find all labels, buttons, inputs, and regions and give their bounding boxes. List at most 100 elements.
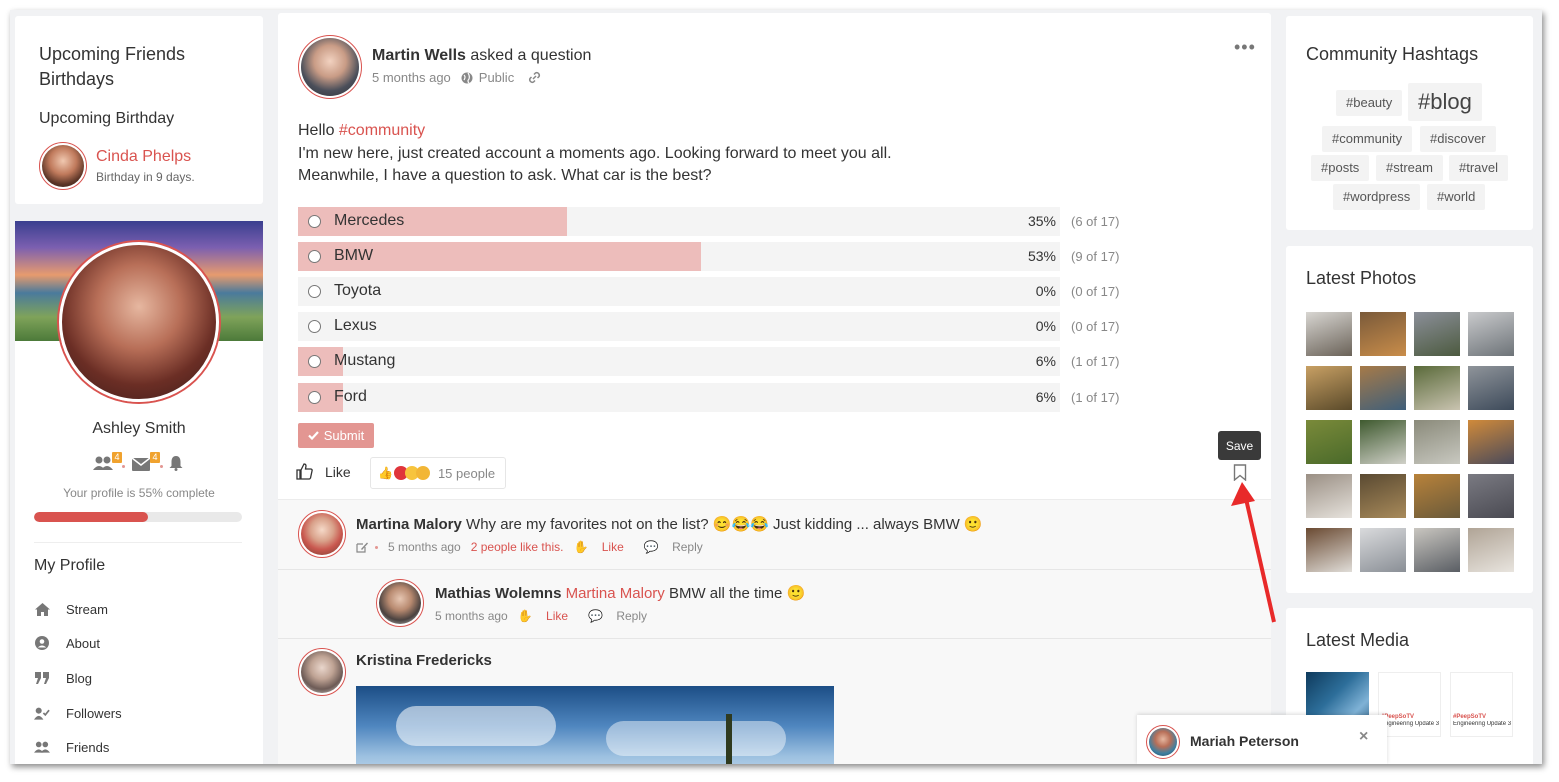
hashtag-item[interactable]: #world [1427,184,1486,210]
comment-body: BMW all the time 🙂 [668,585,806,602]
reactions-summary[interactable]: 👍 15 people [370,457,506,489]
profile-name[interactable]: Ashley Smith [15,420,263,438]
annotation-arrow [1231,482,1276,623]
comment-likes-count[interactable]: 2 people like this. [471,540,564,554]
avatar[interactable] [298,510,346,558]
media-thumbnail[interactable]: #PeepSoTV Engineering Update 3 [1450,672,1513,737]
mention-link[interactable]: Martina Malory [566,585,665,602]
poll-option[interactable]: Toyota 0% [298,277,1060,306]
menu-item-followers[interactable]: Followers [34,703,122,723]
photo-thumbnail[interactable] [1414,366,1460,410]
bell-icon[interactable] [168,455,184,471]
poll-option[interactable]: Ford 6% [298,383,1060,412]
photo-thumbnail[interactable] [1306,528,1352,572]
comment-like-button[interactable]: ✋ Like [573,540,633,554]
comment-author-link[interactable]: Kristina Fredericks [356,652,492,669]
post-meta: 5 months ago Public [372,70,541,85]
avatar[interactable] [376,579,424,627]
poll-percent: 0% [1035,283,1056,299]
poll-option[interactable]: Mustang 6% [298,347,1060,376]
hashtag-item[interactable]: #travel [1449,155,1509,181]
link-icon[interactable] [528,71,541,84]
avatar[interactable] [1146,725,1180,759]
latest-photos-card: Latest Photos [1286,246,1533,593]
post-privacy[interactable]: Public [479,70,514,85]
photo-thumbnail[interactable] [1360,528,1406,572]
comment-reply-button[interactable]: 💬 Reply [644,540,713,554]
photo-thumbnail[interactable] [1360,366,1406,410]
edit-icon[interactable] [356,541,369,553]
hashtag-item[interactable]: #blog [1408,83,1482,121]
hashtag-item[interactable]: #discover [1420,126,1496,152]
comment-text: Mathias Wolemns Martina Malory BMW all t… [435,584,805,602]
hashtag-link[interactable]: #community [339,122,425,139]
chat-window[interactable]: Mariah Peterson × [1137,715,1387,764]
poll-radio[interactable] [308,250,321,263]
comment-reply-button[interactable]: 💬 Reply [588,609,657,623]
submit-button[interactable]: Submit [298,423,374,448]
poll-radio[interactable] [308,355,321,368]
poll-percent: 6% [1035,353,1056,369]
reaction-sad-icon [415,466,430,480]
comment-text: Kristina Fredericks [356,652,492,669]
hashtag-item[interactable]: #stream [1376,155,1443,181]
poll-radio[interactable] [308,215,321,228]
close-icon[interactable]: × [1359,728,1368,746]
post-author-link[interactable]: Martin Wells [372,47,466,64]
poll-option[interactable]: Mercedes 35% [298,207,1060,236]
poll-option[interactable]: Lexus 0% [298,312,1060,341]
photo-thumbnail[interactable] [1414,312,1460,356]
menu-item-friends[interactable]: Friends [34,737,109,757]
photo-thumbnail[interactable] [1360,420,1406,464]
avatar[interactable] [298,648,346,696]
hashtag-item[interactable]: #wordpress [1333,184,1421,210]
poll-label: Lexus [334,317,377,334]
poll-count: (1 of 17) [1071,354,1120,369]
poll-radio[interactable] [308,320,321,333]
photo-thumbnail[interactable] [1468,474,1514,518]
more-options-icon[interactable]: ••• [1234,37,1256,58]
comment-time[interactable]: 5 months ago [388,540,461,554]
chat-user-name[interactable]: Mariah Peterson [1190,733,1299,749]
photo-thumbnail[interactable] [1414,528,1460,572]
poll-radio[interactable] [308,391,321,404]
birthday-name-link[interactable]: Cinda Phelps [96,148,191,166]
media-thumbnail[interactable]: #PeepSoTV Engineering Update 3 [1378,672,1441,737]
photo-thumbnail[interactable] [1360,474,1406,518]
menu-item-label: Followers [66,705,122,721]
comment-author-link[interactable]: Mathias Wolemns [435,585,561,602]
poll-radio[interactable] [308,285,321,298]
post-time[interactable]: 5 months ago [372,70,451,85]
photo-thumbnail[interactable] [1468,420,1514,464]
avatar[interactable] [298,35,362,99]
avatar[interactable] [39,142,87,190]
photo-thumbnail[interactable] [1306,474,1352,518]
globe-icon [461,72,473,84]
photo-thumbnail[interactable] [1468,312,1514,356]
photo-thumbnail[interactable] [1414,420,1460,464]
hashtag-item[interactable]: #posts [1311,155,1370,181]
comment-like-button[interactable]: ✋ Like [518,609,578,623]
media-caption: Engineering Update 3 [1453,721,1511,727]
hashtag-item[interactable]: #community [1322,126,1413,152]
menu-item-blog[interactable]: Blog [34,668,92,688]
photo-thumbnail[interactable] [1468,528,1514,572]
profile-avatar[interactable] [59,242,219,402]
hashtag-item[interactable]: #beauty [1336,90,1403,116]
photo-thumbnail[interactable] [1360,312,1406,356]
photo-thumbnail[interactable] [1306,366,1352,410]
comment-image[interactable] [356,686,834,764]
quote-icon [34,670,50,686]
photo-thumbnail[interactable] [1468,366,1514,410]
comment-time[interactable]: 5 months ago [435,609,508,623]
friends-icon[interactable] [93,456,113,470]
photo-thumbnail[interactable] [1414,474,1460,518]
menu-item-about[interactable]: About [34,633,100,653]
comment-author-link[interactable]: Martina Malory [356,516,462,533]
menu-item-stream[interactable]: Stream [34,599,108,619]
poll-option[interactable]: BMW 53% [298,242,1060,271]
messages-icon[interactable] [132,458,150,471]
photo-thumbnail[interactable] [1306,312,1352,356]
like-button[interactable]: Like [296,463,351,480]
photo-thumbnail[interactable] [1306,420,1352,464]
